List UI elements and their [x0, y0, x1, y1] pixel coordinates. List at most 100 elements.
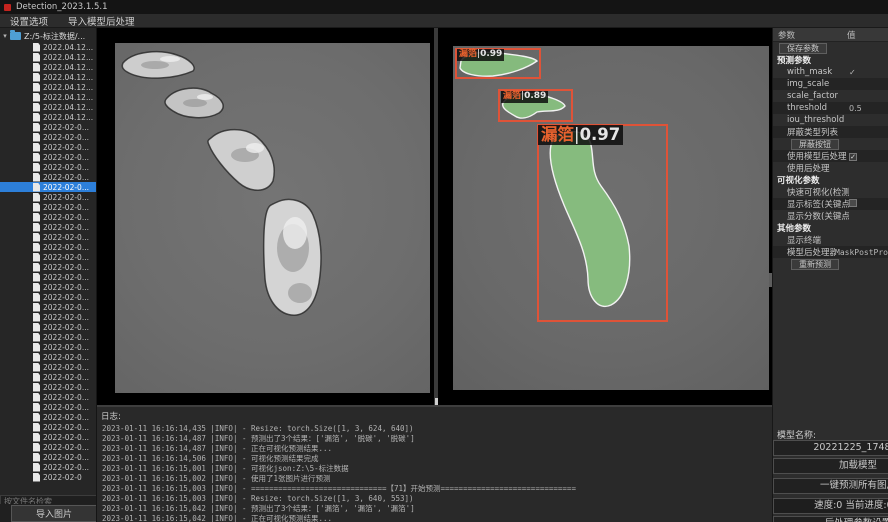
tree-item[interactable]: 2022-02-0...: [0, 462, 97, 472]
tree-item[interactable]: 2022-02-0...: [0, 432, 97, 442]
menu-bar: 设置选项 导入模型后处理: [0, 14, 888, 28]
checkbox-empty-icon[interactable]: [849, 199, 857, 207]
menu-item-import-postprocess[interactable]: 导入模型后处理: [58, 14, 145, 28]
file-icon: [33, 423, 40, 432]
predict-all-button[interactable]: 一键预测所有图片: [773, 478, 888, 494]
tree-item[interactable]: 2022-02-0...: [0, 412, 97, 422]
tree-item[interactable]: 2022-02-0...: [0, 342, 97, 352]
tree-item[interactable]: 2022-02-0...: [0, 222, 97, 232]
detection-label: 漏箔|0.99: [457, 49, 504, 61]
param-row[interactable]: iou_threshold: [773, 114, 888, 126]
tree-item[interactable]: 2022-02-0...: [0, 292, 97, 302]
detection-score: 0.99: [480, 49, 502, 59]
file-icon: [33, 73, 40, 82]
tree-item-label: 2022-02-0...: [43, 333, 89, 342]
tree-item[interactable]: 2022-02-0...: [0, 152, 97, 162]
param-group-row: 预测参数: [773, 54, 888, 66]
tree-item[interactable]: 2022-02-0...: [0, 192, 97, 202]
param-button[interactable]: 屏蔽按钮: [791, 139, 839, 150]
detection-score: 0.89: [524, 91, 546, 101]
detection-class: 漏箔: [503, 91, 521, 101]
checkbox-checked-icon[interactable]: ✓: [849, 153, 857, 161]
tree-item[interactable]: 2022-02-0...: [0, 362, 97, 372]
log-line: 2023-01-11 16:16:14,487 |INFO| - 预测出了3个结…: [97, 434, 772, 444]
param-row[interactable]: 屏蔽类型列表: [773, 126, 888, 138]
original-image-panel[interactable]: [115, 43, 430, 393]
file-icon: [33, 83, 40, 92]
param-value: ✓: [849, 152, 888, 161]
tree-item[interactable]: 2022-02-0...: [0, 402, 97, 412]
prediction-image-panel[interactable]: 漏箔|0.99 漏箔|0.89 漏箔|0.97: [453, 46, 769, 390]
tree-item[interactable]: 2022-02-0...: [0, 172, 97, 182]
expand-arrow-icon[interactable]: ▾: [0, 32, 10, 40]
tree-root-label: Z:/5-标注数据/...: [24, 31, 85, 42]
tree-item[interactable]: 2022.04.12...: [0, 72, 97, 82]
menu-item-settings[interactable]: 设置选项: [0, 14, 58, 28]
tree-item[interactable]: 2022-02-0...: [0, 212, 97, 222]
tree-item[interactable]: 2022-02-0...: [0, 242, 97, 252]
file-icon: [33, 323, 40, 332]
tree-item[interactable]: 2022-02-0...: [0, 332, 97, 342]
param-button[interactable]: 保存参数: [779, 43, 827, 54]
tree-item[interactable]: 2022-02-0...: [0, 422, 97, 432]
param-row[interactable]: 模型后处理器MaskPostPro: [773, 246, 888, 258]
file-icon: [33, 123, 40, 132]
param-row[interactable]: img_scale: [773, 78, 888, 90]
param-rows: 保存参数预测参数with_mask✓img_scalescale_factort…: [773, 42, 888, 270]
param-row[interactable]: threshold0.5: [773, 102, 888, 114]
tree-item[interactable]: 2022-02-0...: [0, 232, 97, 242]
tree-item[interactable]: 2022-02-0...: [0, 182, 97, 192]
param-row[interactable]: with_mask✓: [773, 66, 888, 78]
tree-item[interactable]: 2022.04.12...: [0, 62, 97, 72]
tree-item[interactable]: 2022-02-0...: [0, 382, 97, 392]
tree-item[interactable]: 2022-02-0...: [0, 322, 97, 332]
file-icon: [33, 273, 40, 282]
tree-item[interactable]: 2022-02-0...: [0, 162, 97, 172]
param-row[interactable]: scale_factor: [773, 90, 888, 102]
tree-item[interactable]: 2022-02-0...: [0, 272, 97, 282]
tree-item[interactable]: 2022-02-0...: [0, 372, 97, 382]
param-row[interactable]: 使用模型后处理✓: [773, 150, 888, 162]
model-name-field[interactable]: 20221225_174813: [773, 440, 888, 456]
tree-item[interactable]: 2022-02-0...: [0, 302, 97, 312]
tree-item-label: 2022-02-0...: [43, 263, 89, 272]
tree-root[interactable]: ▾ Z:/5-标注数据/...: [0, 30, 97, 42]
tree-item[interactable]: 2022.04.12...: [0, 82, 97, 92]
tree-item[interactable]: 2022.04.12...: [0, 52, 97, 62]
tree-item[interactable]: 2022-02-0...: [0, 392, 97, 402]
tree-item[interactable]: 2022-02-0...: [0, 282, 97, 292]
param-label: 显示分数(关键点): [773, 210, 849, 222]
param-row[interactable]: 快速可视化(检测): [773, 186, 888, 198]
param-row[interactable]: 显示标签(关键点): [773, 198, 888, 210]
folder-icon: [10, 32, 21, 40]
tree-item[interactable]: 2022-02-0...: [0, 442, 97, 452]
file-icon: [33, 403, 40, 412]
tree-item[interactable]: 2022.04.12...: [0, 42, 97, 52]
tree-item[interactable]: 2022.04.12...: [0, 92, 97, 102]
tree-item[interactable]: 2022-02-0...: [0, 142, 97, 152]
tree-item[interactable]: 2022.04.12...: [0, 102, 97, 112]
import-image-button[interactable]: 导入图片: [11, 505, 97, 522]
tree-item-label: 2022-02-0...: [43, 363, 89, 372]
image-panel-divider[interactable]: [434, 28, 438, 405]
load-model-button[interactable]: 加载模型: [773, 458, 888, 474]
tree-item[interactable]: 2022-02-0...: [0, 452, 97, 462]
tree-item[interactable]: 2022.04.12...: [0, 112, 97, 122]
param-button[interactable]: 重新预测: [791, 259, 839, 270]
postprocess-params-button[interactable]: 后处理参数设置: [773, 516, 888, 522]
tree-item-label: 2022-02-0...: [43, 233, 89, 242]
param-row[interactable]: 显示终端: [773, 234, 888, 246]
tree-item[interactable]: 2022-02-0...: [0, 352, 97, 362]
tree-item[interactable]: 2022-02-0...: [0, 262, 97, 272]
param-row[interactable]: 使用后处理: [773, 162, 888, 174]
tree-item[interactable]: 2022-02-0...: [0, 252, 97, 262]
tree-item[interactable]: 2022-02-0...: [0, 132, 97, 142]
param-row[interactable]: 显示分数(关键点): [773, 210, 888, 222]
tree-item[interactable]: 2022-02-0...: [0, 122, 97, 132]
file-icon: [33, 463, 40, 472]
tree-item[interactable]: 2022-02-0...: [0, 312, 97, 322]
tree-item[interactable]: 2022-02-0...: [0, 202, 97, 212]
tree-item[interactable]: 2022-02-0: [0, 472, 97, 482]
file-icon: [33, 93, 40, 102]
log-panel[interactable]: 日志: 2023-01-11 16:16:14,435 |INFO| - Res…: [97, 405, 772, 522]
